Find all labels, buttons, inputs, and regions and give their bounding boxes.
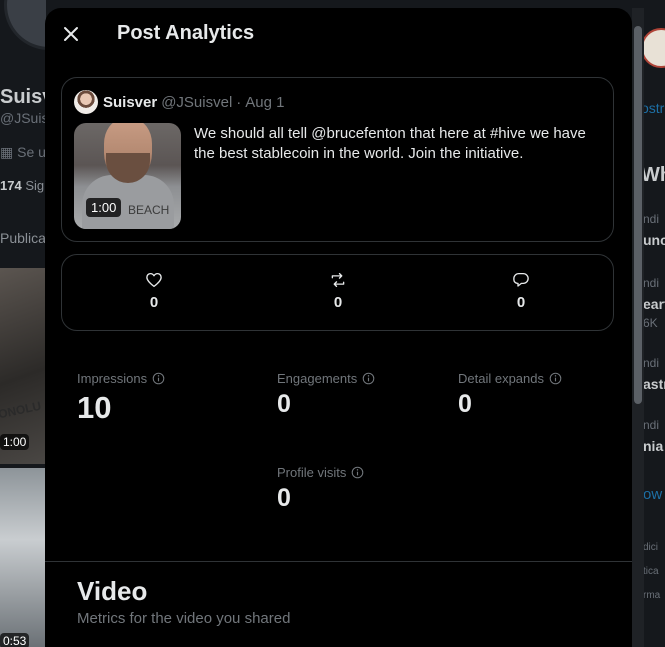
background-sidebar-heading: Wha xyxy=(641,164,665,186)
background-media-duration: 1:00 xyxy=(0,434,30,450)
background-profile-handle: @JSuis xyxy=(0,110,46,126)
repost-icon xyxy=(331,272,345,288)
post-separator: · xyxy=(236,93,242,111)
background-trend-category: ndi xyxy=(643,212,660,226)
calendar-icon: ▦ xyxy=(0,144,18,160)
post-date[interactable]: Aug 1 xyxy=(245,94,284,111)
engagements-label-row: Engagements xyxy=(277,371,375,386)
detail-expands-metric: Detail expands 0 xyxy=(458,371,562,419)
post-analytics-modal: Post Analytics Suisver @JSuisvel · Aug 1… xyxy=(45,8,632,647)
background-media-thumbnail-2 xyxy=(0,468,46,647)
background-trend-title: nia xyxy=(643,438,664,454)
background-trend-title: eart xyxy=(643,296,665,312)
background-media-text: ONOLU xyxy=(0,398,43,422)
avatar[interactable] xyxy=(74,90,98,114)
reposts-stat[interactable]: 0 xyxy=(318,271,358,311)
likes-count: 0 xyxy=(149,294,159,311)
background-media-duration-2: 0:53 xyxy=(0,633,30,647)
post-text: We should all tell @brucefenton that her… xyxy=(194,125,586,162)
background-profile-column: Suisv @JSuis ▦ Se u 174 Sig Publica ONOL… xyxy=(0,0,46,647)
background-show-more-link: ow xyxy=(643,486,663,503)
info-icon[interactable] xyxy=(351,466,364,479)
replies-stat[interactable]: 0 xyxy=(501,271,541,311)
background-joined-date: ▦ Se u xyxy=(0,144,46,161)
detail-expands-label-row: Detail expands xyxy=(458,371,562,386)
replies-count: 0 xyxy=(516,294,526,311)
reposts-count: 0 xyxy=(333,294,343,311)
background-trend-title: unc xyxy=(643,232,665,248)
likes-stat[interactable]: 0 xyxy=(134,271,174,311)
background-tab-posts: Publica xyxy=(0,230,46,246)
background-joined-text: Se u xyxy=(17,144,46,160)
impressions-label-row: Impressions xyxy=(77,371,165,386)
background-trend-category: ndi xyxy=(643,356,660,370)
background-sidebar-link: ostr xyxy=(641,100,665,116)
video-section-title: Video xyxy=(77,576,148,606)
info-icon[interactable] xyxy=(549,372,562,385)
engagements-value: 0 xyxy=(277,390,291,418)
impressions-label: Impressions xyxy=(77,371,148,386)
video-duration-badge: 1:00 xyxy=(86,198,122,217)
info-icon[interactable] xyxy=(362,372,375,385)
reply-icon xyxy=(513,272,529,287)
modal-title: Post Analytics xyxy=(117,22,255,44)
impressions-value: 10 xyxy=(77,390,112,425)
impressions-metric: Impressions 10 xyxy=(77,371,165,426)
profile-visits-value: 0 xyxy=(277,484,291,512)
background-profile-name: Suisv xyxy=(0,86,46,108)
heart-icon xyxy=(146,272,162,288)
background-trend-title: astr xyxy=(643,376,665,392)
engagements-label: Engagements xyxy=(277,371,358,386)
video-section-subtitle: Metrics for the video you shared xyxy=(77,610,291,627)
close-button[interactable] xyxy=(59,22,83,46)
post-preview-card[interactable]: Suisver @JSuisvel · Aug 1 BEACH 1:00 We … xyxy=(61,77,614,242)
background-footer-link: tica xyxy=(643,566,659,577)
post-video-thumbnail[interactable]: BEACH 1:00 xyxy=(74,123,181,229)
background-sidebar-avatar xyxy=(641,28,665,68)
background-trend-count: 6K xyxy=(643,316,658,330)
background-footer-link: rma xyxy=(643,590,661,601)
post-header: Suisver @JSuisvel · Aug 1 xyxy=(74,90,285,114)
post-author-handle[interactable]: @JSuisvel xyxy=(161,94,232,111)
background-trend-category: ndi xyxy=(643,418,660,432)
modal-header: Post Analytics xyxy=(45,8,632,61)
info-icon[interactable] xyxy=(152,372,165,385)
background-following-label: Sig xyxy=(25,178,45,193)
background-avatar xyxy=(4,0,46,50)
background-sidebar: ostr Wha ndi unc ndi eart 6K ndi astr nd… xyxy=(641,0,665,647)
detail-expands-value: 0 xyxy=(458,390,472,418)
scrollbar-thumb[interactable] xyxy=(634,26,642,404)
engagement-summary: 0 0 0 xyxy=(61,254,614,331)
profile-visits-label-row: Profile visits xyxy=(277,465,364,480)
background-footer-link: dici xyxy=(643,542,659,553)
background-following-number: 174 xyxy=(0,178,22,193)
section-divider xyxy=(45,561,632,562)
background-trend-category: ndi xyxy=(643,276,660,290)
profile-visits-metric: Profile visits 0 xyxy=(277,465,364,513)
profile-visits-label: Profile visits xyxy=(277,465,347,480)
background-following-count: 174 Sig xyxy=(0,178,44,193)
detail-expands-label: Detail expands xyxy=(458,371,544,386)
close-icon xyxy=(64,27,78,41)
engagements-metric: Engagements 0 xyxy=(277,371,375,419)
thumbnail-shirt-text: BEACH xyxy=(128,203,170,217)
post-author-name[interactable]: Suisver xyxy=(103,94,157,111)
